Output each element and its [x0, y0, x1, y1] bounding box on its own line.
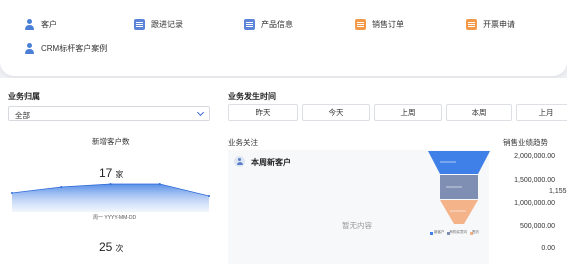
y-tick-500000: 500,000.00 — [519, 223, 555, 230]
empty-state-text: 暂无内容 — [342, 221, 372, 230]
y-tick-2000000: 2,000,000.00 — [514, 153, 555, 160]
stat-value: 25 — [99, 240, 113, 254]
time-last-week-button[interactable]: 上周 — [374, 104, 442, 121]
area-point — [158, 183, 161, 185]
nav-label: 客户 — [41, 19, 57, 29]
nav-sales-order[interactable]: 销售订单 — [355, 16, 404, 32]
document-icon — [466, 18, 477, 30]
select-value: 全部 — [15, 111, 30, 120]
time-today-button[interactable]: 今天 — [302, 104, 370, 121]
y-tick-1000000: 1,000,000.00 — [514, 200, 555, 207]
second-stat: 25 次 — [99, 240, 123, 254]
area-point — [109, 183, 112, 185]
funnel-stage-signed — [440, 200, 478, 224]
user-icon — [24, 18, 35, 30]
focus-card-title: 本周新客户 — [251, 158, 291, 167]
time-yesterday-button[interactable]: 昨天 — [228, 104, 298, 121]
nav-crm-cases[interactable]: CRM标杆客户案例 — [24, 40, 107, 56]
new-customers-title: 新增客户数 — [92, 137, 130, 146]
legend-signed: 签约 — [472, 230, 479, 234]
nav-label: 销售订单 — [372, 19, 404, 29]
time-label: 业务发生时间 — [228, 92, 276, 101]
nav-label: CRM标杆客户案例 — [41, 43, 108, 53]
funnel-legend: 新客户 有购买意向 签约 — [434, 230, 479, 235]
legend-swatch-new — [430, 232, 433, 235]
funnel-stage-new — [428, 151, 490, 174]
legend-intent: 有购买意向 — [449, 230, 468, 234]
y-cut-label: 1,155 — [549, 188, 567, 195]
nav-product[interactable]: 产品信息 — [244, 16, 293, 32]
y-tick-1500000: 1,500,000.00 — [514, 177, 555, 184]
sales-trend-title: 销售业绩趋势 — [503, 138, 548, 147]
legend-new: 新客户 — [434, 230, 445, 234]
nav-follow-up[interactable]: 跟进记录 — [134, 16, 183, 32]
customer-funnel-chart — [428, 151, 490, 235]
focus-title: 业务关注 — [228, 138, 258, 147]
time-last-month-button[interactable]: 上月 — [516, 104, 567, 121]
business-owner-select[interactable]: 全部 — [8, 106, 210, 121]
nav-label: 开票申请 — [483, 19, 515, 29]
time-this-week-button[interactable]: 本周 — [446, 104, 512, 121]
stat-unit: 次 — [115, 244, 124, 253]
quick-nav-card — [0, 0, 567, 76]
nav-label: 跟进记录 — [151, 19, 183, 29]
area-point — [208, 195, 210, 197]
area-fill — [12, 184, 209, 212]
chevron-down-icon — [196, 108, 205, 117]
user-icon — [24, 42, 35, 54]
chart-tooltip-date: 周一 YYYY-MM-DD — [93, 215, 137, 221]
area-point — [60, 186, 63, 188]
nav-customer[interactable]: 客户 — [24, 16, 57, 32]
document-icon — [244, 18, 255, 30]
document-icon — [355, 18, 366, 30]
y-tick-0: 0.00 — [541, 245, 555, 252]
document-icon — [134, 18, 145, 30]
nav-label: 产品信息 — [261, 19, 293, 29]
nav-invoice[interactable]: 开票申请 — [466, 16, 515, 32]
area-point — [11, 192, 13, 194]
user-avatar-icon — [234, 156, 245, 167]
business-owner-label: 业务归属 — [8, 92, 40, 101]
